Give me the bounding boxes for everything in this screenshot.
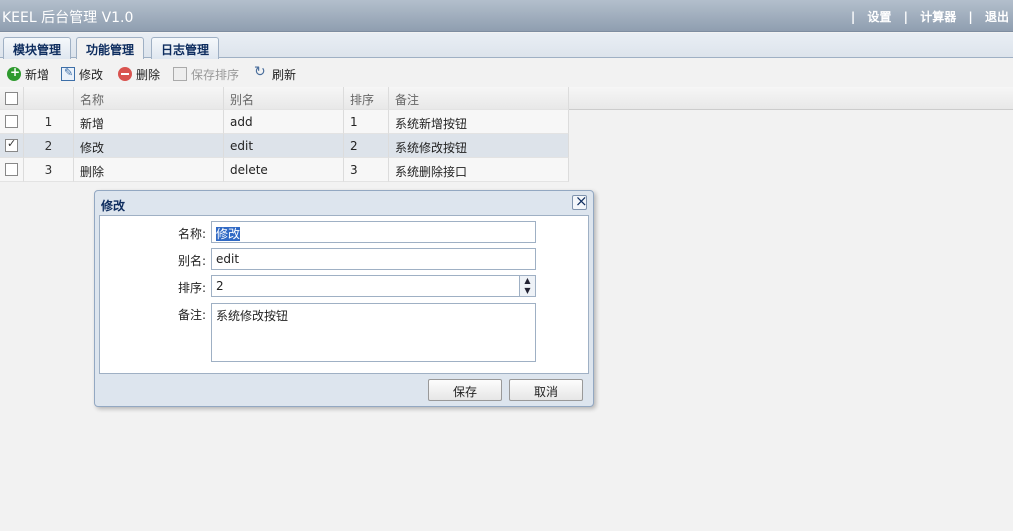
remark-textarea[interactable]: 系统修改按钮 <box>211 303 536 362</box>
cell-alias: edit <box>224 134 344 158</box>
cell-name: 修改 <box>74 134 224 158</box>
column-header-alias[interactable]: 别名 <box>224 87 344 110</box>
top-links: | 设置 | 计算器 | 退出 <box>850 10 1009 24</box>
refresh-button[interactable]: 刷新 <box>254 64 296 82</box>
column-header-name[interactable]: 名称 <box>74 87 224 110</box>
logout-link[interactable]: 退出 <box>985 10 1009 24</box>
order-label: 排序: <box>177 281 206 295</box>
cell-alias: delete <box>224 158 344 182</box>
save-order-button[interactable]: 保存排序 <box>173 66 239 82</box>
alias-label: 别名: <box>177 254 206 268</box>
app-header: KEEL 后台管理 V1.0 | 设置 | 计算器 | 退出 <box>0 0 1013 32</box>
tab-function-management[interactable]: 功能管理 <box>76 37 145 59</box>
cell-name: 删除 <box>74 158 224 182</box>
select-all-checkbox[interactable] <box>5 92 18 105</box>
table-row[interactable]: 1 新增 add 1 系统新增按钮 <box>0 110 569 134</box>
edit-icon <box>61 66 75 81</box>
row-number: 3 <box>24 158 74 182</box>
toolbar: 新增 修改 删除 保存排序 刷新 <box>0 59 1013 87</box>
add-icon <box>7 65 21 81</box>
edit-button[interactable]: 修改 <box>61 66 103 82</box>
row-checkbox[interactable] <box>5 115 18 128</box>
order-input[interactable]: 2 <box>211 275 536 297</box>
order-spinner[interactable]: ▲ ▼ <box>519 276 535 296</box>
cell-name: 新增 <box>74 110 224 134</box>
calculator-link[interactable]: 计算器 <box>920 10 956 24</box>
table-row[interactable]: 3 删除 delete 3 系统删除接口 <box>0 158 569 182</box>
grid-header: 名称 别名 排序 备注 <box>0 87 1013 110</box>
alias-input[interactable]: edit <box>211 248 536 270</box>
cell-order: 3 <box>344 158 389 182</box>
cell-order: 2 <box>344 134 389 158</box>
refresh-icon <box>254 64 268 81</box>
tab-log-management[interactable]: 日志管理 <box>151 37 220 59</box>
cancel-button[interactable]: 取消 <box>509 379 583 401</box>
remark-label: 备注: <box>177 308 206 322</box>
cell-order: 1 <box>344 110 389 134</box>
delete-icon <box>118 67 132 81</box>
chevron-up-icon[interactable]: ▲ <box>520 276 535 286</box>
app-title: KEEL 后台管理 V1.0 <box>2 10 134 26</box>
column-header-remark[interactable]: 备注 <box>389 87 569 110</box>
chevron-down-icon[interactable]: ▼ <box>520 286 535 296</box>
save-button[interactable]: 保存 <box>428 379 502 401</box>
column-header-order[interactable]: 排序 <box>344 87 389 110</box>
name-input[interactable]: 修改 <box>211 221 536 243</box>
name-label: 名称: <box>177 227 206 241</box>
row-number: 1 <box>24 110 74 134</box>
row-number: 2 <box>24 134 74 158</box>
row-checkbox[interactable] <box>5 163 18 176</box>
cell-remark: 系统修改按钮 <box>389 134 569 158</box>
add-button[interactable]: 新增 <box>7 65 49 82</box>
save-order-icon <box>173 67 187 81</box>
close-icon[interactable] <box>572 192 588 210</box>
cell-alias: add <box>224 110 344 134</box>
cell-remark: 系统删除接口 <box>389 158 569 182</box>
delete-button[interactable]: 删除 <box>118 66 160 82</box>
settings-link[interactable]: 设置 <box>867 10 891 24</box>
edit-dialog: 修改 名称: 修改 别名: edit 排序: 2 ▲ ▼ 备注: 系统修改按钮 … <box>94 190 594 407</box>
dialog-body: 名称: 修改 别名: edit 排序: 2 ▲ ▼ 备注: 系统修改按钮 <box>99 215 589 374</box>
tab-bar: 模块管理 功能管理 日志管理 <box>0 33 1013 59</box>
table-row[interactable]: 2 修改 edit 2 系统修改按钮 <box>0 134 569 158</box>
tab-module-management[interactable]: 模块管理 <box>3 37 72 59</box>
dialog-title[interactable]: 修改 <box>101 197 125 214</box>
cell-remark: 系统新增按钮 <box>389 110 569 134</box>
row-checkbox[interactable] <box>5 137 18 152</box>
